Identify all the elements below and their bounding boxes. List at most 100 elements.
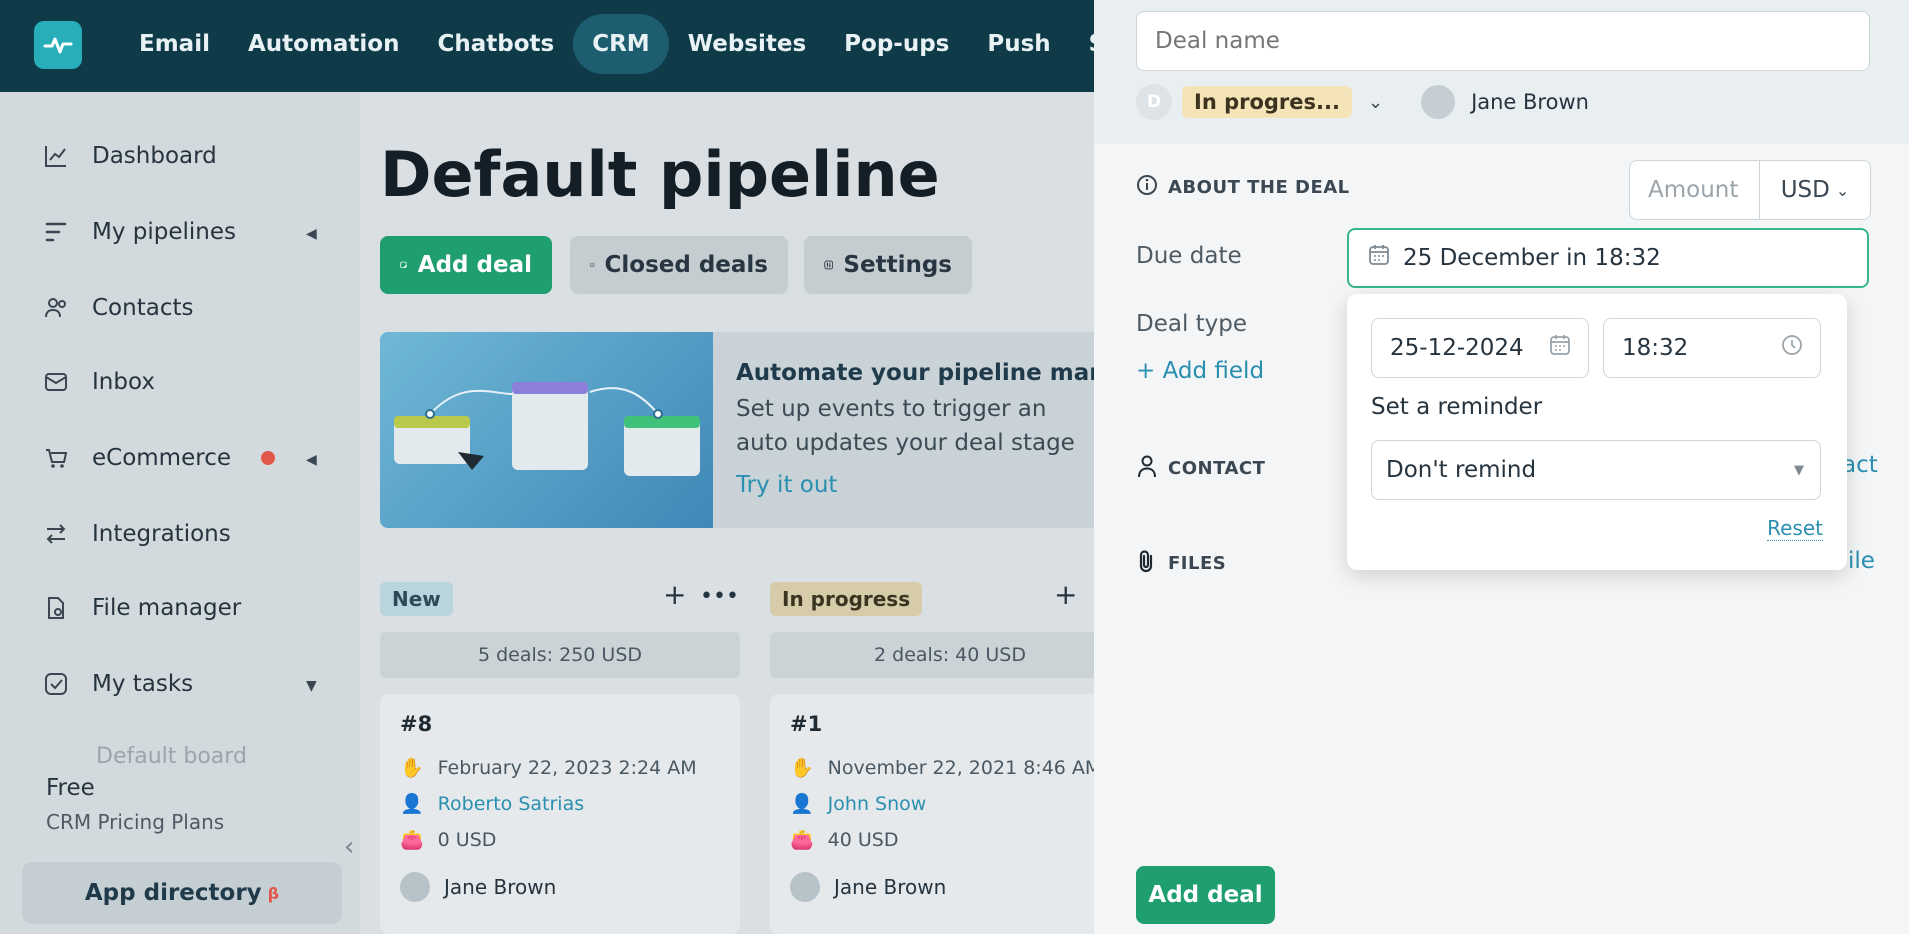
reminder-select[interactable]: Don't remind ▼ xyxy=(1371,440,1821,500)
sidebar-item-inbox[interactable]: Inbox xyxy=(42,368,155,396)
stage-selector[interactable]: In progres... xyxy=(1182,86,1352,118)
deal-owner: Jane Brown xyxy=(444,875,557,899)
add-field-link[interactable]: + Add field xyxy=(1136,358,1264,384)
wallet-icon: 👛 xyxy=(400,829,424,851)
arrows-icon xyxy=(42,520,70,548)
try-it-out-link[interactable]: Try it out xyxy=(736,472,837,498)
file-icon xyxy=(42,594,70,622)
sidebar-item-label: Contacts xyxy=(92,295,194,321)
app-logo[interactable] xyxy=(34,21,82,69)
nav-automation[interactable]: Automation xyxy=(229,14,419,74)
cart-icon xyxy=(42,444,70,472)
sidebar-item-my-pipelines[interactable]: My pipelines xyxy=(42,218,236,246)
hand-icon: ✋ xyxy=(790,757,814,779)
date-value: 25-12-2024 xyxy=(1390,335,1524,361)
nav-truncated[interactable]: S xyxy=(1070,14,1094,74)
sidebar-item-file-manager[interactable]: File manager xyxy=(42,594,241,622)
about-deal-header: ABOUT THE DEAL xyxy=(1136,174,1350,201)
sidebar-item-label: Dashboard xyxy=(92,143,217,169)
deal-amount-row: 👛 0 USD xyxy=(400,828,496,852)
due-date-popup: 25-12-2024 18:32 Set a reminder Don't re… xyxy=(1347,294,1847,570)
chevron-down-icon[interactable]: ⌄ xyxy=(1368,92,1383,113)
caret-left-icon[interactable]: ◀ xyxy=(306,226,317,242)
sidebar-item-contacts[interactable]: Contacts xyxy=(42,294,193,322)
plan-link[interactable]: CRM Pricing Plans xyxy=(46,810,224,834)
deal-date-row: ✋ February 22, 2023 2:24 AM xyxy=(400,756,697,780)
currency-value: USD xyxy=(1780,177,1830,203)
deal-contact-link[interactable]: John Snow xyxy=(828,793,927,815)
plus-icon[interactable]: + xyxy=(663,578,686,611)
deal-contact-row: 👤 John Snow xyxy=(790,792,927,816)
deal-card[interactable]: #1 ✋ November 22, 2021 8:46 AM 👤 John Sn… xyxy=(770,694,1094,934)
page-title: Default pipeline xyxy=(380,138,940,211)
nav-email[interactable]: Email xyxy=(120,14,229,74)
check-square-icon xyxy=(590,262,595,268)
sidebar-item-my-tasks[interactable]: My tasks xyxy=(42,670,193,698)
add-file-link[interactable]: ile xyxy=(1848,548,1875,574)
collapse-chevron-icon[interactable]: ‹ xyxy=(344,832,354,862)
deal-contact-link[interactable]: Roberto Satrias xyxy=(438,793,584,815)
plus-icon[interactable]: + xyxy=(1054,578,1077,611)
inbox-icon xyxy=(42,368,70,396)
add-card-icon xyxy=(400,261,407,268)
deal-date: February 22, 2023 2:24 AM xyxy=(437,756,697,779)
due-date-input[interactable]: 25 December in 18:32 xyxy=(1347,228,1869,288)
caret-down-icon[interactable]: ▼ xyxy=(306,678,317,694)
panel-header: D In progres... ⌄ Jane Brown xyxy=(1094,0,1909,144)
deal-card[interactable]: #8 ✋ February 22, 2023 2:24 AM 👤 Roberto… xyxy=(380,694,740,934)
nav-items: Email Automation Chatbots CRM Websites P… xyxy=(120,14,1094,74)
currency-select[interactable]: USD ⌄ xyxy=(1760,161,1870,219)
amount-input[interactable]: Amount xyxy=(1630,161,1760,219)
time-input[interactable]: 18:32 xyxy=(1603,318,1821,378)
caret-down-icon: ▼ xyxy=(1794,462,1804,478)
sidebar-item-default-board[interactable]: Default board xyxy=(96,744,247,769)
nav-chatbots[interactable]: Chatbots xyxy=(418,14,573,74)
wallet-icon: 👛 xyxy=(790,829,814,851)
stage-initial: D xyxy=(1136,84,1172,120)
more-icon[interactable]: ••• xyxy=(700,584,739,609)
sidebar-item-label: Integrations xyxy=(92,521,231,547)
deal-owner: Jane Brown xyxy=(834,875,947,899)
calendar-icon xyxy=(1367,243,1391,273)
nav-websites[interactable]: Websites xyxy=(669,14,825,74)
contact-title: CONTACT xyxy=(1168,458,1266,479)
nav-push[interactable]: Push xyxy=(968,14,1069,74)
due-date-label: Due date xyxy=(1136,243,1242,269)
person-icon xyxy=(1136,454,1158,483)
notification-dot xyxy=(261,451,275,465)
due-date-value: 25 December in 18:32 xyxy=(1403,245,1661,271)
add-deal-button[interactable]: Add deal xyxy=(380,236,552,294)
date-input[interactable]: 25-12-2024 xyxy=(1371,318,1589,378)
settings-button[interactable]: Settings xyxy=(804,236,972,294)
add-contact-link[interactable]: act xyxy=(1842,452,1878,478)
deal-id: #8 xyxy=(400,712,433,736)
submit-add-deal-button[interactable]: Add deal xyxy=(1136,866,1275,924)
clock-icon[interactable] xyxy=(1780,333,1804,363)
caret-left-icon[interactable]: ◀ xyxy=(306,452,317,468)
contact-header: CONTACT xyxy=(1136,454,1265,483)
stage-tag-new: New xyxy=(380,582,453,616)
deal-name-input[interactable] xyxy=(1136,11,1870,71)
sidebar-item-integrations[interactable]: Integrations xyxy=(42,520,231,548)
beta-badge: β xyxy=(267,883,280,903)
owner-name[interactable]: Jane Brown xyxy=(1471,90,1589,114)
sidebar-item-dashboard[interactable]: Dashboard xyxy=(42,142,217,170)
new-deal-panel: D In progres... ⌄ Jane Brown ABOUT THE D… xyxy=(1094,0,1909,934)
time-value: 18:32 xyxy=(1622,335,1689,361)
avatar xyxy=(790,872,820,902)
nav-popups[interactable]: Pop-ups xyxy=(825,14,968,74)
person-icon: 👤 xyxy=(400,793,424,815)
sidebar-item-ecommerce[interactable]: eCommerce xyxy=(42,444,275,472)
paperclip-icon xyxy=(1136,548,1158,579)
chevron-down-icon: ⌄ xyxy=(1835,180,1850,200)
banner-text: Set up events to trigger an auto updates… xyxy=(736,396,1075,456)
nav-crm[interactable]: CRM xyxy=(573,14,669,74)
calendar-icon[interactable] xyxy=(1548,333,1572,363)
deal-date: November 22, 2021 8:46 AM xyxy=(827,756,1094,779)
deal-contact-row: 👤 Roberto Satrias xyxy=(400,792,584,816)
closed-deals-button[interactable]: Closed deals xyxy=(570,236,788,294)
reminder-value: Don't remind xyxy=(1386,457,1537,483)
reset-link[interactable]: Reset xyxy=(1767,516,1823,541)
deal-amount: 40 USD xyxy=(827,828,899,851)
app-directory-button[interactable]: App directory β xyxy=(22,862,342,924)
